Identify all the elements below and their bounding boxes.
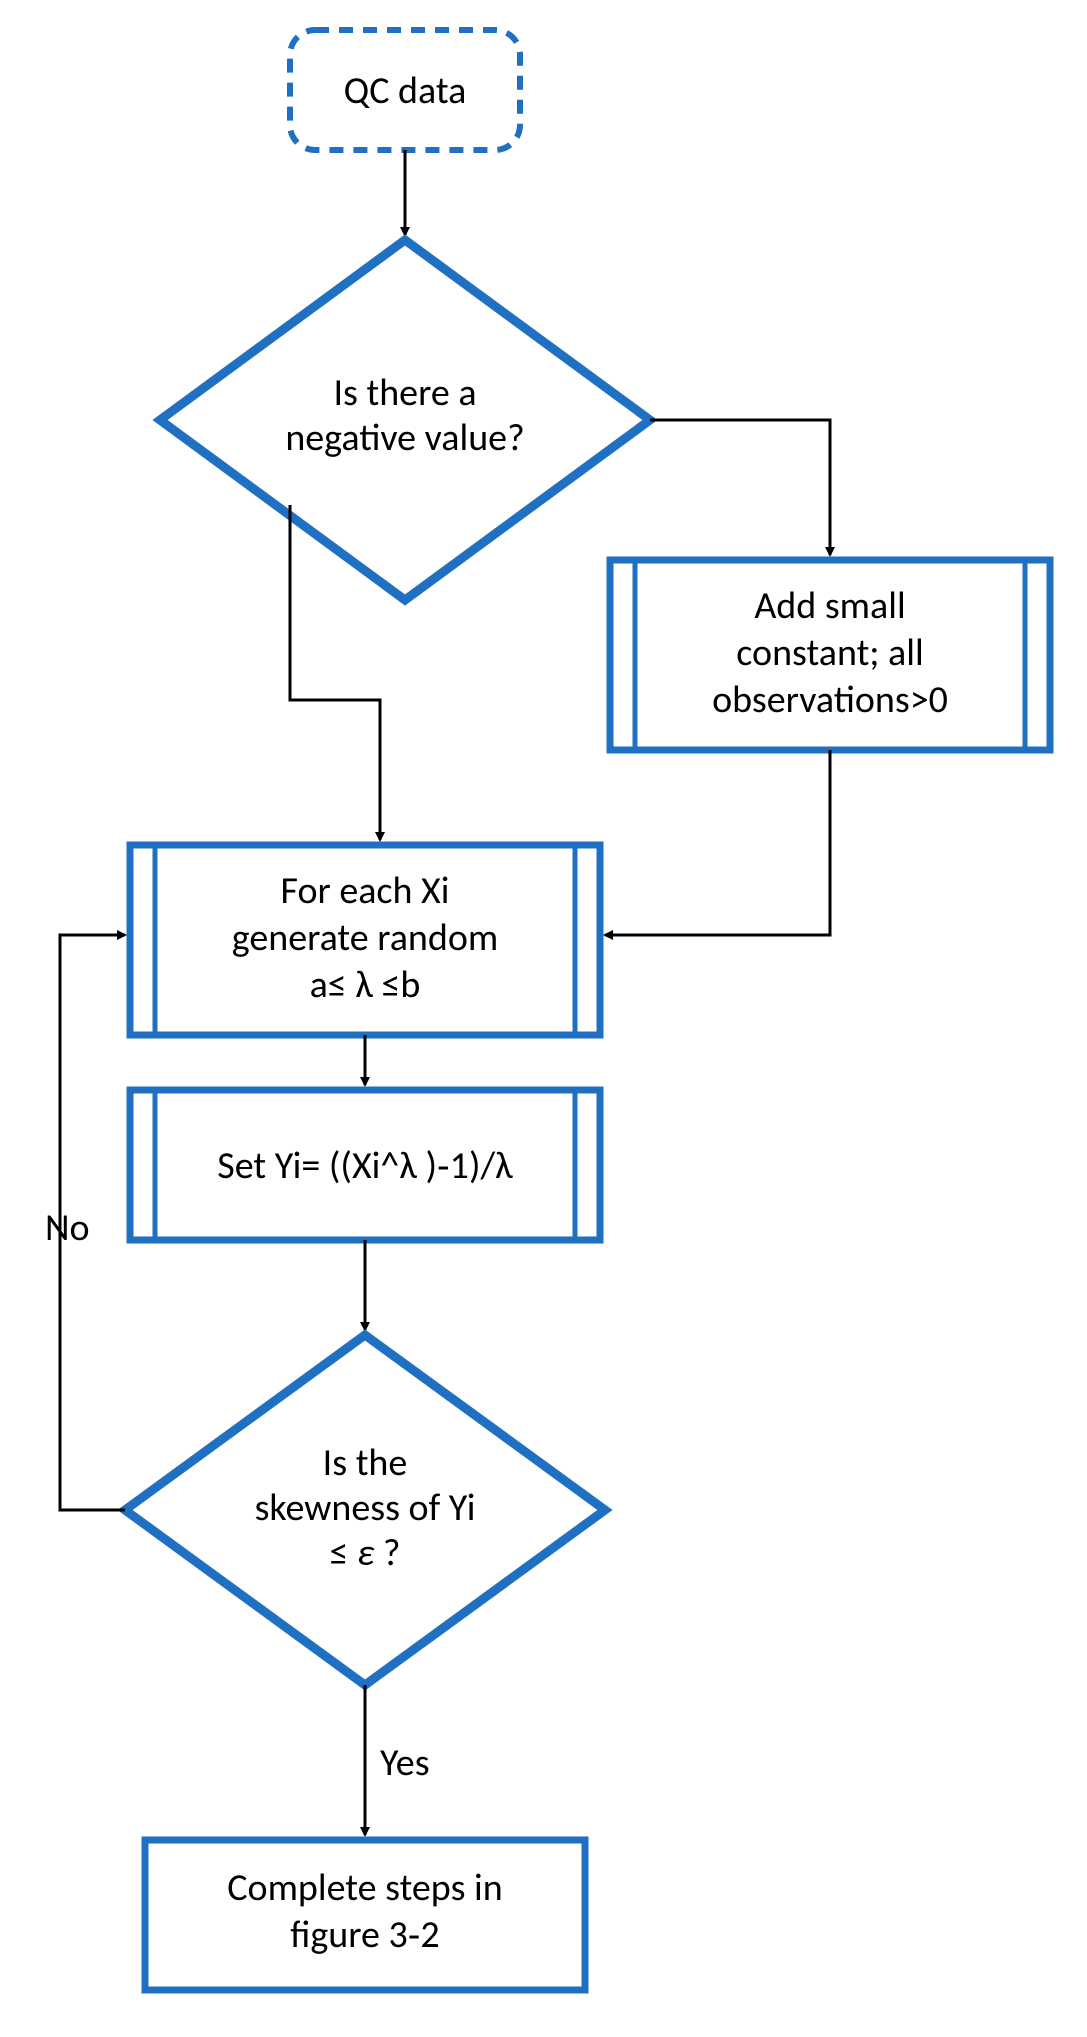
edge-add-to-generate <box>605 750 830 935</box>
end-l2: figure 3‑2 <box>290 1912 439 1958</box>
node-start-label: QC data <box>344 68 467 114</box>
process-gen-l2: generate random <box>232 915 498 961</box>
decision1-l2: negative value? <box>285 415 524 461</box>
process-add-l2: constant; all <box>736 630 923 676</box>
node-process-generate: For each Xi generate random a≤ λ ≤b <box>130 845 600 1035</box>
process-add-l1: Add small <box>754 583 905 629</box>
edge-label-no: No <box>45 1205 90 1251</box>
decision2-l2: skewness of Yi <box>255 1485 476 1531</box>
node-process-add-constant: Add small constant; all observations>0 <box>610 560 1050 750</box>
process-set-l1: Set Yi= ((Xi^λ )‑1)/λ <box>217 1143 513 1189</box>
edge-decision1-yes-to-add <box>650 420 830 555</box>
decision2-l3: ≤ ε ? <box>329 1530 400 1576</box>
process-gen-l1: For each Xi <box>281 868 450 914</box>
flowchart-diagram: QC data Is there a negative value? Add s… <box>0 0 1087 2037</box>
node-process-set: Set Yi= ((Xi^λ )‑1)/λ <box>130 1090 600 1240</box>
decision1-l1: Is there a <box>333 370 476 416</box>
process-add-l3: observations>0 <box>712 677 948 723</box>
process-gen-l3: a≤ λ ≤b <box>310 962 421 1008</box>
node-start: QC data <box>290 30 520 150</box>
end-l1: Complete steps in <box>227 1865 502 1911</box>
node-end: Complete steps in figure 3‑2 <box>145 1840 585 1990</box>
edge-label-yes: Yes <box>380 1740 430 1786</box>
node-decision-skewness: Is the skewness of Yi ≤ ε ? <box>125 1335 605 1685</box>
decision2-l1: Is the <box>323 1440 408 1486</box>
node-decision-negative: Is there a negative value? <box>160 240 650 600</box>
